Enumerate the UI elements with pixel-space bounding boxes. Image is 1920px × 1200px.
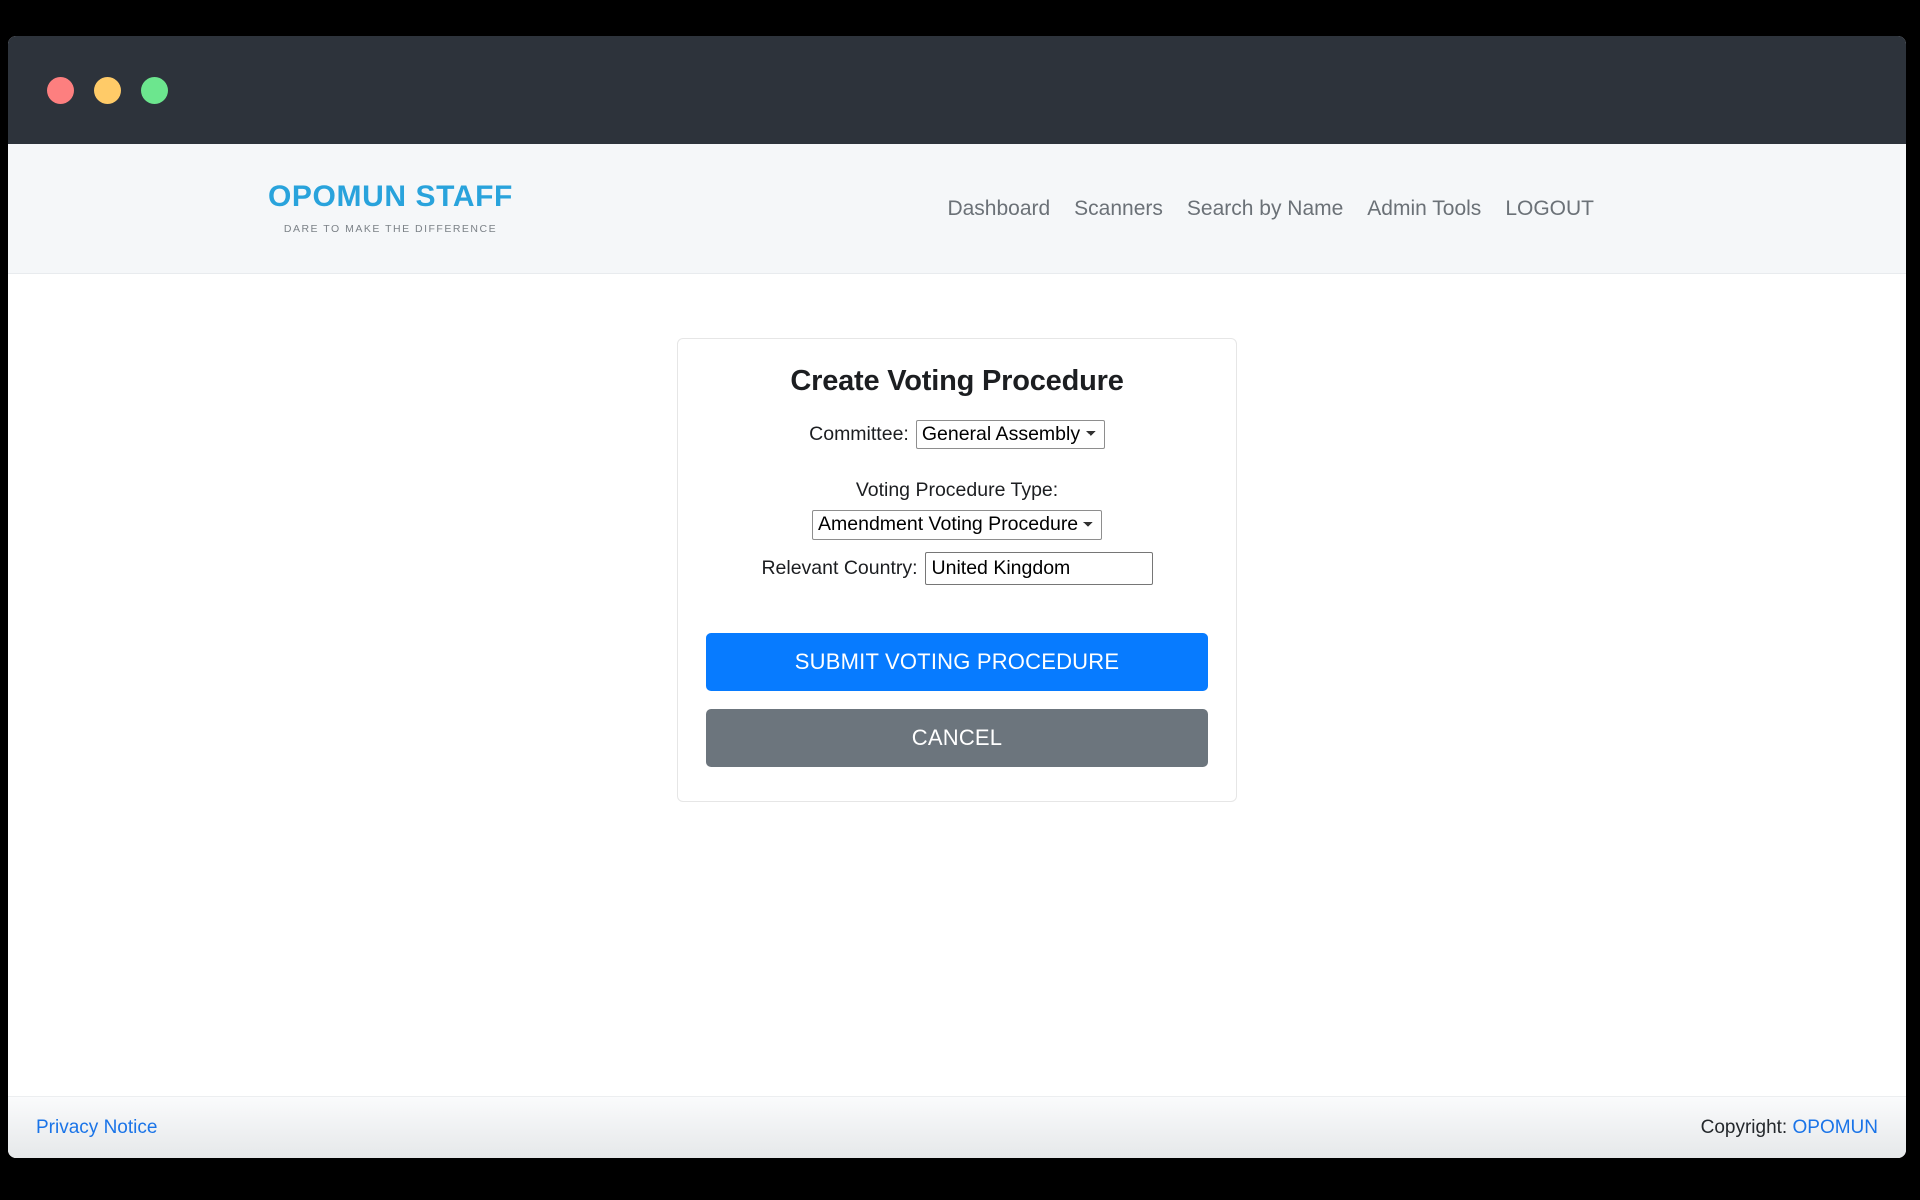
committee-field-row: Committee: General Assembly <box>706 420 1208 450</box>
field-spacer <box>706 451 1208 479</box>
brand-logo[interactable]: OPOMUN STAFF DARE TO MAKE THE DIFFERENCE <box>268 180 513 236</box>
nav-item-search-by-name[interactable]: Search by Name <box>1187 197 1343 221</box>
cancel-button[interactable]: CANCEL <box>706 708 1208 767</box>
relevant-country-field-row: Relevant Country: <box>706 551 1208 585</box>
nav-item-dashboard[interactable]: Dashboard <box>947 197 1050 221</box>
copyright-label: Copyright: <box>1700 1116 1788 1138</box>
privacy-notice-link[interactable]: Privacy Notice <box>36 1117 157 1139</box>
window-titlebar <box>8 36 1906 144</box>
site-footer: Privacy Notice Copyright: OPOMUN <box>8 1096 1906 1158</box>
relevant-country-label: Relevant Country: <box>761 556 918 579</box>
nav-item-admin-tools[interactable]: Admin Tools <box>1367 197 1481 221</box>
committee-label: Committee: <box>809 423 909 446</box>
committee-select[interactable]: General Assembly <box>915 420 1105 450</box>
field-spacer <box>706 540 1208 552</box>
close-window-button[interactable] <box>47 76 74 104</box>
procedure-type-select[interactable]: Amendment Voting Procedure <box>812 510 1102 540</box>
minimize-window-button[interactable] <box>94 76 121 104</box>
copyright-block: Copyright: OPOMUN <box>1701 1117 1878 1139</box>
nav-item-logout[interactable]: LOGOUT <box>1505 197 1594 221</box>
main-content: Create Voting Procedure Committee: Gener… <box>8 274 1906 1096</box>
submit-voting-procedure-button[interactable]: SUBMIT VOTING PROCEDURE <box>706 632 1208 691</box>
relevant-country-input[interactable] <box>924 551 1153 585</box>
traffic-light-group <box>47 76 168 104</box>
brand-name: OPOMUN STAFF <box>268 180 513 213</box>
procedure-type-field: Voting Procedure Type: Amendment Voting … <box>706 479 1208 540</box>
maximize-window-button[interactable] <box>141 76 168 104</box>
opomun-link[interactable]: OPOMUN <box>1793 1117 1879 1138</box>
nav-item-scanners[interactable]: Scanners <box>1074 197 1163 221</box>
brand-tagline: DARE TO MAKE THE DIFFERENCE <box>283 223 498 235</box>
page-title: Create Voting Procedure <box>790 365 1124 397</box>
browser-window: OPOMUN STAFF DARE TO MAKE THE DIFFERENCE… <box>8 36 1906 1158</box>
procedure-type-label: Voting Procedure Type: <box>855 479 1059 502</box>
create-voting-procedure-card: Create Voting Procedure Committee: Gener… <box>677 338 1237 802</box>
nav-links: Dashboard Scanners Search by Name Admin … <box>947 197 1594 221</box>
site-navbar: OPOMUN STAFF DARE TO MAKE THE DIFFERENCE… <box>8 144 1906 274</box>
